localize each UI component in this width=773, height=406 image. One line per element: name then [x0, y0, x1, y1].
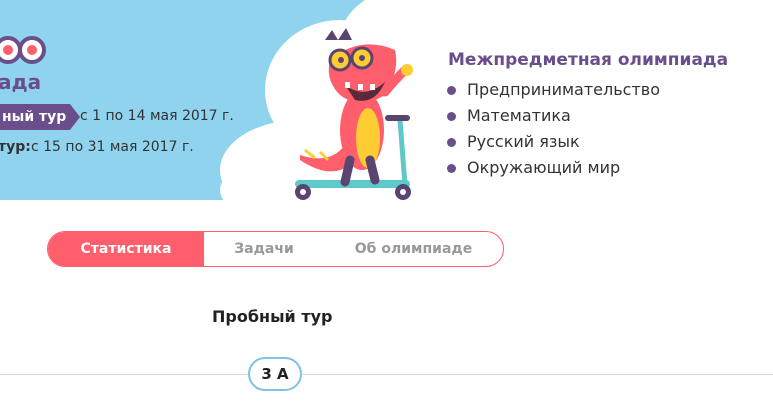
- bullet-icon: [447, 111, 456, 121]
- tab-about[interactable]: Об олимпиаде: [324, 232, 503, 266]
- list-item: Предпринимательство: [447, 77, 660, 103]
- tab-bar: Статистика Задачи Об олимпиаде: [47, 231, 504, 267]
- topics-title: Межпредметная олимпиада: [448, 50, 729, 70]
- bullet-icon: [447, 163, 456, 173]
- tab-tasks[interactable]: Задачи: [204, 232, 324, 266]
- topic-label: Русский язык: [467, 132, 580, 151]
- tour1-dates: с 1 по 14 мая 2017 г.: [80, 108, 234, 124]
- tab-statistics[interactable]: Статистика: [48, 232, 204, 266]
- bullet-icon: [447, 85, 456, 95]
- tour1-badge: ный тур: [0, 104, 80, 130]
- bullet-icon: [447, 137, 456, 147]
- list-item: Математика: [447, 103, 660, 129]
- divider: [0, 374, 773, 375]
- olympiad-banner: ада ный тур с 1 по 14 мая 2017 г. тур: с…: [0, 0, 773, 200]
- olympiad-name: ада: [0, 70, 42, 94]
- topic-label: Предпринимательство: [467, 80, 660, 99]
- list-item: Окружающий мир: [447, 155, 660, 181]
- topic-label: Окружающий мир: [467, 158, 621, 177]
- topics-list: Предпринимательство Математика Русский я…: [447, 77, 660, 181]
- tour2-dates: с 15 по 31 мая 2017 г.: [31, 139, 194, 155]
- tour2-label: тур:: [0, 139, 31, 155]
- list-item: Русский язык: [447, 129, 660, 155]
- class-selector-pill[interactable]: 3 А: [248, 357, 302, 391]
- topic-label: Математика: [467, 106, 571, 125]
- section-title: Пробный тур: [212, 307, 333, 326]
